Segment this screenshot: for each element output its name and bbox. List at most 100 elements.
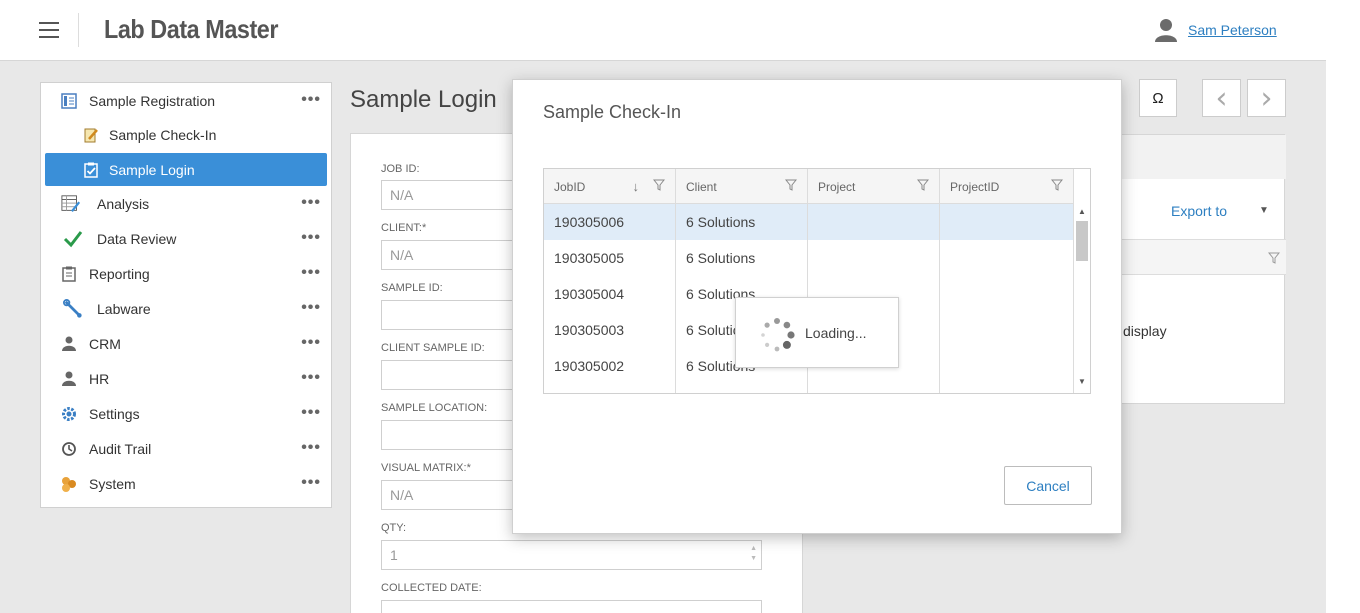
sidebar-item-data-review[interactable]: Data Review ••• (45, 222, 327, 255)
sample-id-label: SAMPLE ID: (381, 282, 443, 294)
more-options-icon[interactable]: ••• (301, 195, 321, 211)
omega-button[interactable]: Ω (1139, 79, 1177, 117)
more-options-icon[interactable]: ••• (301, 475, 321, 491)
sidebar-item-reporting[interactable]: Reporting ••• (45, 257, 327, 290)
job-id-label: JOB ID: (381, 163, 420, 175)
qty-stepper[interactable]: 1 ▲ ▼ (381, 540, 762, 570)
stepper-arrows-icon[interactable]: ▲ ▼ (750, 544, 757, 564)
client-label: CLIENT:* (381, 222, 427, 234)
visual-matrix-label: VISUAL MATRIX:* (381, 462, 471, 474)
sidebar-item-label: Analysis (97, 195, 150, 212)
no-data-text: display (1123, 323, 1167, 339)
sample-check-in-dialog: Sample Check-In JobID ↓ Client Project P… (512, 79, 1122, 534)
filter-icon[interactable] (1268, 252, 1280, 264)
column-header-label: Project (818, 180, 856, 194)
hamburger-menu-icon[interactable] (39, 22, 59, 38)
more-options-icon[interactable]: ••• (301, 440, 321, 456)
table-row[interactable]: 190305005 6 Solutions (544, 240, 1074, 276)
sidebar-item-label: Settings (89, 405, 140, 422)
grid-panel: Export to ▼ display (1120, 134, 1286, 404)
vertical-scrollbar[interactable]: ▲ ▼ (1074, 204, 1090, 393)
sidebar-item-hr[interactable]: HR ••• (45, 362, 327, 395)
grid-header (1121, 239, 1286, 275)
more-options-icon[interactable]: ••• (301, 230, 321, 246)
registration-icon (59, 91, 79, 111)
more-options-icon[interactable]: ••• (301, 335, 321, 351)
column-header-project[interactable]: Project (808, 169, 940, 204)
sidebar-item-labware[interactable]: Labware ••• (45, 292, 327, 325)
sidebar-item-sample-login[interactable]: Sample Login (45, 153, 327, 186)
right-edge-strip (1326, 0, 1360, 613)
system-icon (59, 474, 79, 494)
sidebar-item-sample-check-in[interactable]: Sample Check-In (45, 118, 327, 151)
column-divider (675, 204, 676, 393)
scrollbar-thumb[interactable] (1076, 221, 1088, 261)
sidebar-item-sample-registration[interactable]: Sample Registration ••• (45, 84, 327, 117)
sidebar-item-label: CRM (89, 335, 121, 352)
job-id-cell: 190305002 (554, 358, 625, 374)
user-name-link[interactable]: Sam Peterson (1188, 22, 1277, 38)
more-options-icon[interactable]: ••• (301, 405, 321, 421)
table-row[interactable]: 190305006 6 Solutions (544, 204, 1074, 240)
column-header-label: Client (686, 180, 717, 194)
sample-location-label: SAMPLE LOCATION: (381, 402, 488, 414)
checkin-icon (81, 125, 101, 145)
column-header-projectid[interactable]: ProjectID (940, 169, 1074, 204)
sidebar-item-analysis[interactable]: Analysis ••• (45, 187, 327, 220)
column-header-jobid[interactable]: JobID ↓ (544, 169, 676, 204)
next-button[interactable]: › (1247, 79, 1286, 117)
history-icon (59, 439, 79, 459)
prev-button[interactable]: ‹ (1202, 79, 1241, 117)
sidebar-item-label: Sample Check-In (109, 126, 217, 143)
sidebar-item-audit-trail[interactable]: Audit Trail ••• (45, 432, 327, 465)
more-options-icon[interactable]: ••• (301, 370, 321, 386)
filter-icon[interactable] (1051, 179, 1063, 191)
more-options-icon[interactable]: ••• (301, 92, 321, 108)
client-cell: 6 Solutions (686, 250, 756, 266)
more-options-icon[interactable]: ••• (301, 300, 321, 316)
page-title: Sample Login (350, 86, 497, 113)
filter-icon[interactable] (653, 179, 665, 191)
scroll-up-icon[interactable]: ▲ (1078, 207, 1086, 216)
job-id-cell: 190305005 (554, 250, 625, 266)
checkmark-icon (63, 229, 83, 249)
login-clipboard-icon (81, 160, 101, 180)
app-title: Lab Data Master (104, 14, 279, 44)
spinner-icon (761, 318, 795, 352)
person-icon (59, 334, 79, 354)
analysis-icon (61, 194, 81, 214)
sidebar-item-label: Data Review (97, 230, 177, 247)
loading-indicator: Loading... (735, 297, 899, 368)
collected-date-field[interactable] (381, 600, 762, 613)
app-header: Lab Data Master Sam Peterson (0, 0, 1326, 61)
filter-icon[interactable] (785, 179, 797, 191)
filter-icon[interactable] (917, 179, 929, 191)
loading-text: Loading... (805, 325, 867, 341)
sidebar-item-label: Labware (97, 300, 151, 317)
chevron-down-icon[interactable]: ▼ (1259, 205, 1269, 216)
client-cell: 6 Solutions (686, 214, 756, 230)
more-options-icon[interactable]: ••• (301, 265, 321, 281)
grid-panel-header (1121, 135, 1286, 179)
sort-descending-icon[interactable]: ↓ (633, 179, 640, 194)
sidebar-item-label: Audit Trail (89, 440, 152, 457)
dialog-title: Sample Check-In (543, 102, 682, 122)
user-icon (1155, 19, 1177, 42)
column-header-client[interactable]: Client (676, 169, 808, 204)
sidebar-item-label: System (89, 475, 136, 492)
sidebar-item-label: Sample Registration (89, 92, 216, 109)
wrench-icon (63, 298, 83, 319)
scroll-down-icon[interactable]: ▼ (1078, 377, 1086, 386)
grid-header: JobID ↓ Client Project ProjectID (544, 169, 1074, 204)
gear-icon (59, 404, 79, 424)
person-icon (59, 369, 79, 389)
job-id-cell: 190305006 (554, 214, 625, 230)
collected-date-label: COLLECTED DATE: (381, 582, 482, 594)
sidebar-item-system[interactable]: System ••• (45, 467, 327, 500)
qty-label: QTY: (381, 522, 407, 534)
export-to-button[interactable]: Export to (1171, 203, 1227, 219)
sidebar-item-settings[interactable]: Settings ••• (45, 397, 327, 430)
column-header-label: JobID (554, 180, 586, 194)
sidebar-item-crm[interactable]: CRM ••• (45, 327, 327, 360)
cancel-button[interactable]: Cancel (1004, 466, 1092, 505)
